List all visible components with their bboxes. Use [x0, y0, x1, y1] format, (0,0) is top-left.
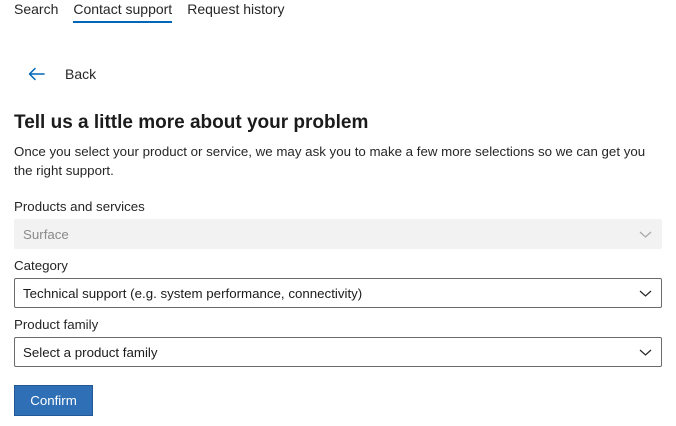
back-link[interactable]: Back [28, 66, 96, 82]
confirm-button[interactable]: Confirm [14, 385, 93, 416]
tab-contact-support[interactable]: Contact support [73, 0, 172, 23]
category-select[interactable]: Technical support (e.g. system performan… [14, 278, 662, 308]
product-family-label: Product family [14, 317, 99, 332]
category-value: Technical support (e.g. system performan… [23, 285, 363, 301]
nav-tabs: Search Contact support Request history [14, 0, 299, 26]
page-title: Tell us a little more about your problem [14, 112, 369, 133]
arrow-left-icon [28, 67, 45, 81]
products-select: Surface [14, 219, 662, 249]
product-family-value: Select a product family [23, 344, 158, 360]
products-label: Products and services [14, 199, 145, 214]
tab-search[interactable]: Search [14, 0, 58, 23]
products-value: Surface [23, 226, 69, 242]
page-description: Once you select your product or service,… [14, 144, 646, 178]
tab-request-history[interactable]: Request history [187, 0, 284, 23]
back-label: Back [65, 66, 97, 82]
support-page: Search Contact support Request history B… [0, 0, 676, 426]
product-family-select[interactable]: Select a product family [14, 337, 662, 367]
category-label: Category [14, 258, 68, 273]
